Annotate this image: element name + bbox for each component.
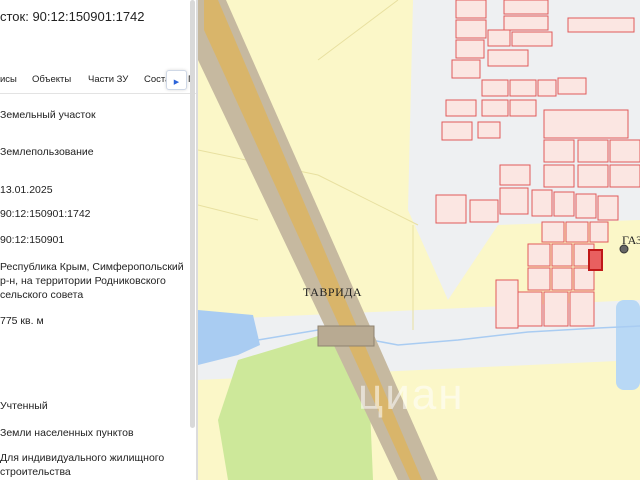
area-value: 775 кв. м bbox=[0, 315, 44, 327]
permitted-use-line-2: строительства bbox=[0, 466, 71, 478]
chevron-right-icon: ▶ bbox=[173, 79, 180, 86]
parcel-info-panel: сток: 90:12:150901:1742 исы Объекты Част… bbox=[0, 0, 198, 480]
object-subtype-value: Землепользование bbox=[0, 146, 94, 158]
road-bridge bbox=[317, 325, 375, 347]
address-line-3: сельского совета bbox=[0, 289, 84, 301]
pond-right bbox=[616, 300, 640, 390]
cadastral-map[interactable]: ТАВРИДА ГАЗ циан bbox=[198, 0, 640, 480]
address-line-2: р-н, на территории Родниковского bbox=[0, 275, 166, 287]
quarter-number-value: 90:12:150901 bbox=[0, 234, 65, 246]
road-label: ТАВРИДА bbox=[303, 285, 363, 299]
permitted-use-line-1: Для индивидуального жилищного bbox=[0, 452, 165, 464]
cian-watermark: циан bbox=[358, 370, 465, 419]
object-type-value: Земельный участок bbox=[0, 109, 96, 121]
gas-label: ГАЗ bbox=[622, 233, 640, 247]
tabs-scroll-right-button[interactable]: ▶ bbox=[166, 70, 187, 90]
selected-parcel[interactable] bbox=[588, 249, 603, 271]
land-category-value: Земли населенных пунктов bbox=[0, 427, 134, 439]
date-value: 13.01.2025 bbox=[0, 184, 53, 196]
panel-scrollbar[interactable] bbox=[190, 0, 195, 428]
cadastral-number-value: 90:12:150901:1742 bbox=[0, 208, 91, 220]
tab-objects[interactable]: Объекты bbox=[32, 74, 71, 85]
panel-title: сток: 90:12:150901:1742 bbox=[0, 9, 145, 24]
status-value: Учтенный bbox=[0, 400, 48, 412]
address-line-1: Республика Крым, Симферопольский bbox=[0, 261, 184, 273]
tab-notices[interactable]: исы bbox=[0, 74, 17, 85]
tab-parcel-parts[interactable]: Части ЗУ bbox=[88, 74, 128, 85]
